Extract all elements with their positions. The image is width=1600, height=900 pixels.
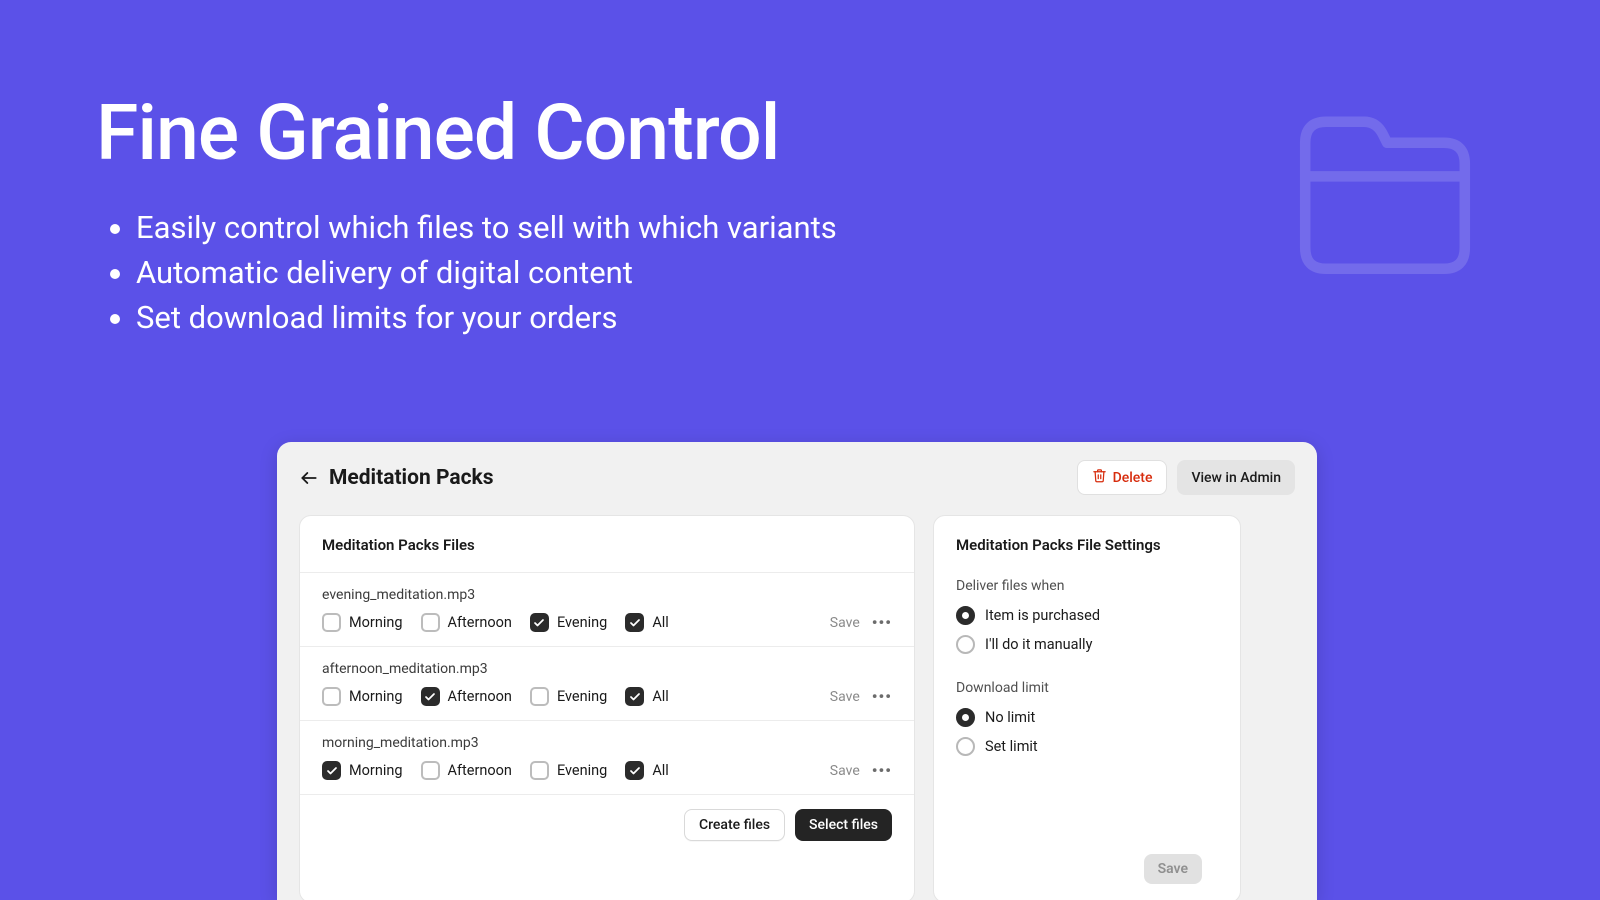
deliver-label: Deliver files when [956,578,1218,594]
checkbox-label: Morning [349,762,403,779]
radio-ring [956,737,975,756]
checkbox-box [530,613,549,632]
variant-checkbox-line: Morning Afternoon Evening All [322,687,892,706]
settings-save-button[interactable]: Save [1144,854,1202,884]
variant-all-checkbox[interactable]: All [625,687,669,706]
admin-panel: Meditation Packs Delete View in Admin Me… [277,442,1317,900]
checkbox-label: Morning [349,614,403,631]
deliver-radio[interactable]: I'll do it manually [956,635,1218,654]
variant-morning-checkbox[interactable]: Morning [322,761,403,780]
checkbox-label: Evening [557,688,607,705]
file-row-save-button[interactable]: Save [830,615,860,631]
checkbox-label: Evening [557,614,607,631]
checkbox-box [625,613,644,632]
checkbox-label: Afternoon [448,762,512,779]
more-actions-icon[interactable]: ••• [872,761,892,780]
delete-button[interactable]: Delete [1077,460,1168,495]
deliver-radio[interactable]: Item is purchased [956,606,1218,625]
radio-label: No limit [985,709,1035,726]
file-name: afternoon_meditation.mp3 [322,661,892,677]
download-limit-radio[interactable]: Set limit [956,737,1218,756]
radio-label: Item is purchased [985,607,1100,624]
checkbox-box [530,687,549,706]
hero-bullet: Set download limits for your orders [136,296,1504,341]
checkbox-label: All [652,762,669,779]
more-actions-icon[interactable]: ••• [872,613,892,632]
file-name: evening_meditation.mp3 [322,587,892,603]
folder-icon [1280,84,1490,298]
page-title: Meditation Packs [329,466,494,490]
settings-card-title: Meditation Packs File Settings [956,536,1218,554]
checkbox-label: Afternoon [448,614,512,631]
select-files-button[interactable]: Select files [795,809,892,841]
checkbox-label: All [652,614,669,631]
variant-all-checkbox[interactable]: All [625,761,669,780]
checkbox-box [625,761,644,780]
variant-morning-checkbox[interactable]: Morning [322,613,403,632]
variant-checkbox-line: Morning Afternoon Evening All [322,613,892,632]
file-name: morning_meditation.mp3 [322,735,892,751]
download-limit-group: Download limit No limit Set limit [956,680,1218,756]
radio-label: Set limit [985,738,1038,755]
file-row: evening_meditation.mp3 Morning Afternoon… [300,572,914,646]
variant-morning-checkbox[interactable]: Morning [322,687,403,706]
variant-checkbox-line: Morning Afternoon Evening All [322,761,892,780]
checkbox-box [322,613,341,632]
variant-all-checkbox[interactable]: All [625,613,669,632]
file-row-save-button[interactable]: Save [830,763,860,779]
radio-label: I'll do it manually [985,636,1092,653]
delete-button-label: Delete [1113,470,1153,486]
variant-evening-checkbox[interactable]: Evening [530,687,607,706]
view-in-admin-label: View in Admin [1191,470,1281,486]
checkbox-box [322,687,341,706]
download-limit-radio[interactable]: No limit [956,708,1218,727]
deliver-group: Deliver files when Item is purchased I'l… [956,578,1218,654]
file-row: afternoon_meditation.mp3 Morning Afterno… [300,646,914,720]
files-card-title: Meditation Packs Files [300,516,914,572]
variant-evening-checkbox[interactable]: Evening [530,761,607,780]
checkbox-box [421,687,440,706]
back-arrow-icon[interactable] [299,468,319,488]
more-actions-icon[interactable]: ••• [872,687,892,706]
trash-icon [1092,468,1107,487]
download-limit-label: Download limit [956,680,1218,696]
checkbox-box [530,761,549,780]
variant-afternoon-checkbox[interactable]: Afternoon [421,613,512,632]
checkbox-box [421,613,440,632]
checkbox-label: Evening [557,762,607,779]
checkbox-label: Afternoon [448,688,512,705]
variant-afternoon-checkbox[interactable]: Afternoon [421,687,512,706]
checkbox-box [421,761,440,780]
radio-ring [956,708,975,727]
file-settings-card: Meditation Packs File Settings Deliver f… [933,515,1241,900]
file-row: morning_meditation.mp3 Morning Afternoon… [300,720,914,794]
checkbox-label: Morning [349,688,403,705]
radio-ring [956,606,975,625]
files-card: Meditation Packs Files evening_meditatio… [299,515,915,900]
radio-ring [956,635,975,654]
view-in-admin-button[interactable]: View in Admin [1177,460,1295,495]
variant-afternoon-checkbox[interactable]: Afternoon [421,761,512,780]
create-files-button[interactable]: Create files [684,809,785,841]
checkbox-label: All [652,688,669,705]
checkbox-box [322,761,341,780]
file-row-save-button[interactable]: Save [830,689,860,705]
checkbox-box [625,687,644,706]
variant-evening-checkbox[interactable]: Evening [530,613,607,632]
